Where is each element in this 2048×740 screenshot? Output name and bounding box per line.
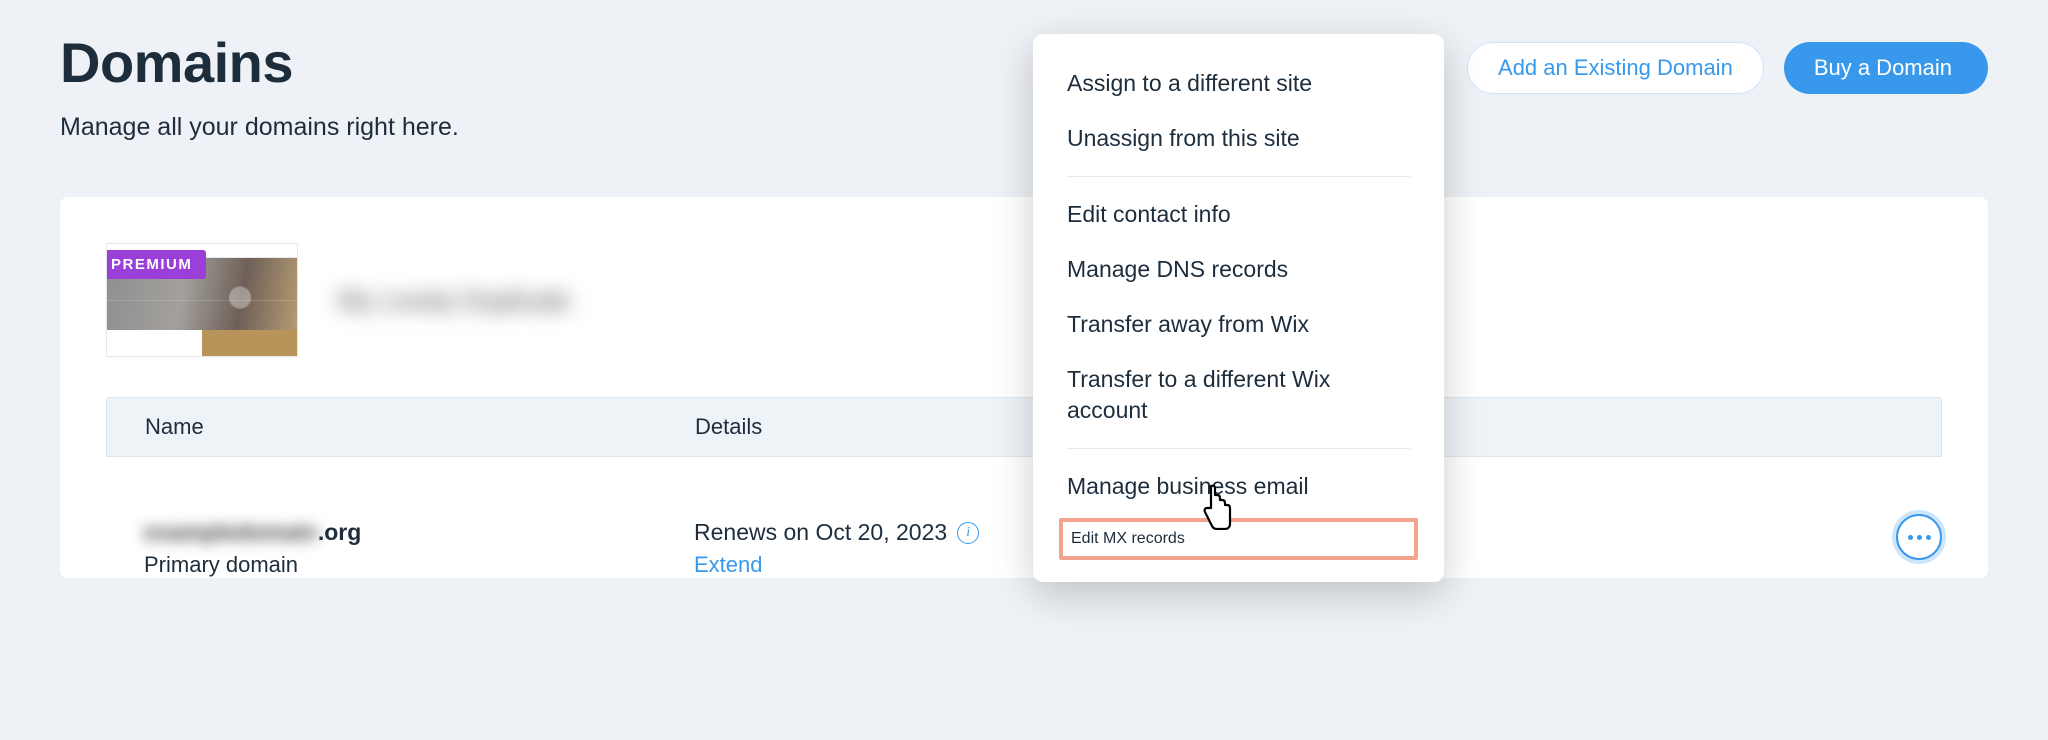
page-subtitle: Manage all your domains right here. [60,113,459,142]
menu-transfer-account[interactable]: Transfer to a different Wix account [1033,352,1444,438]
buy-domain-label: Buy a Domain [1814,55,1952,81]
column-name: Name [145,414,695,440]
domains-card: PREMIUM My Lovely Duplicate Name Details… [60,197,1988,578]
site-summary: PREMIUM My Lovely Duplicate [106,243,1942,357]
page-header: Domains Manage all your domains right he… [60,30,1988,142]
info-icon[interactable]: i [957,522,979,544]
menu-manage-dns[interactable]: Manage DNS records [1033,242,1444,297]
menu-unassign-site[interactable]: Unassign from this site [1033,111,1444,166]
menu-transfer-away[interactable]: Transfer away from Wix [1033,297,1444,352]
page-title: Domains [60,30,459,95]
menu-edit-mx-highlighted[interactable]: Edit MX records [1059,518,1418,560]
table-header: Name Details [106,397,1942,457]
add-existing-domain-button[interactable]: Add an Existing Domain [1467,42,1764,94]
renew-text: Renews on Oct 20, 2023 [694,519,947,546]
domain-hidden-part: exampledomain [144,519,318,546]
domain-suffix: .org [318,519,361,545]
menu-separator [1067,176,1410,177]
site-thumbnail: PREMIUM [106,243,298,357]
menu-separator [1067,448,1410,449]
menu-assign-site[interactable]: Assign to a different site [1033,56,1444,111]
menu-business-email[interactable]: Manage business email [1033,459,1444,514]
premium-badge: PREMIUM [106,250,206,279]
domain-name: exampledomain.org [144,519,694,546]
header-actions: Add an Existing Domain Buy a Domain [1467,30,1988,94]
domain-actions-menu: Assign to a different site Unassign from… [1033,34,1444,582]
pointer-cursor-icon [1198,484,1236,530]
table-row: exampledomain.org Primary domain Renews … [106,457,1942,578]
domain-subtext: Primary domain [144,552,694,578]
menu-edit-contact[interactable]: Edit contact info [1033,187,1444,242]
more-actions-button[interactable] [1896,514,1942,560]
add-existing-domain-label: Add an Existing Domain [1498,55,1733,81]
menu-edit-mx-label: Edit MX records [1071,530,1185,547]
buy-domain-button[interactable]: Buy a Domain [1784,42,1988,94]
site-name: My Lovely Duplicate [338,285,571,316]
